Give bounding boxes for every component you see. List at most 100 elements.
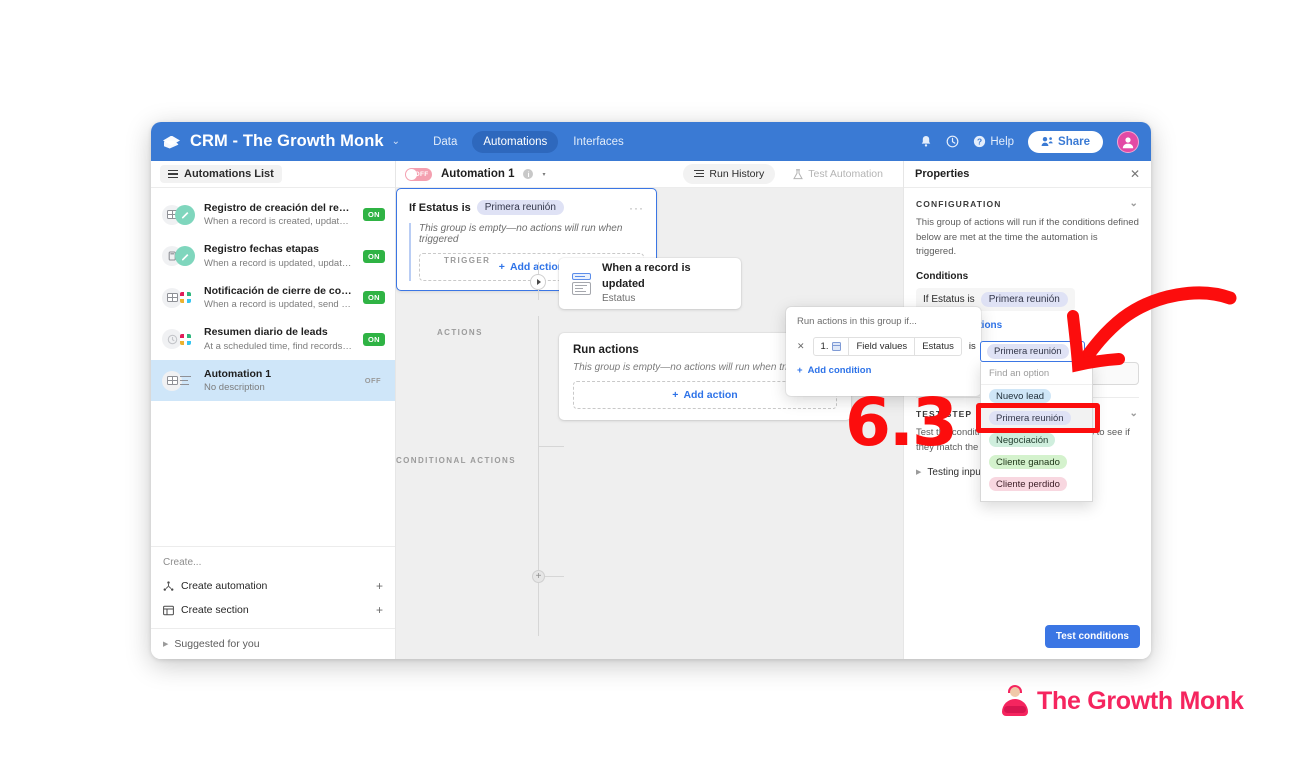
list-item[interactable]: Resumen diario de leads At a scheduled t… <box>151 318 395 359</box>
list-item[interactable]: Registro fechas etapas When a record is … <box>151 235 395 276</box>
condition-field-chips: 1. Field values Estatus <box>812 337 962 356</box>
chevron-down-icon[interactable]: ⌄ <box>1130 198 1139 209</box>
create-automation-label: Create automation <box>181 580 268 592</box>
condition-tag: Primera reunión <box>476 200 564 215</box>
conditions-list-icon <box>175 371 195 391</box>
history-clock-icon[interactable] <box>946 135 959 148</box>
status-badge: ON <box>362 208 385 222</box>
dropdown-option-cliente-perdido[interactable]: Cliente perdido <box>981 473 1092 495</box>
page-root: CRM - The Growth Monk ⌄ Data Automations… <box>0 0 1301 781</box>
tab-interfaces[interactable]: Interfaces <box>562 131 635 153</box>
add-step-node[interactable]: + <box>532 570 545 583</box>
chevron-down-icon[interactable]: ⌄ <box>1130 408 1139 419</box>
plus-icon[interactable]: + <box>376 579 383 593</box>
conditions-title: Conditions <box>916 271 969 283</box>
help-label: Help <box>990 135 1015 148</box>
trigger-node-dot[interactable] <box>530 274 546 290</box>
automation-node-icon <box>163 580 174 591</box>
svg-text:?: ? <box>977 137 982 147</box>
toggle-state-label: OFF <box>414 170 429 178</box>
condition-index: 1. <box>814 338 849 355</box>
trigger-subtitle: Estatus <box>602 292 636 304</box>
test-conditions-button[interactable]: Test conditions <box>1044 625 1140 648</box>
rail-branch <box>538 446 564 447</box>
center-pane: OFF Automation 1 i ▾ Run History Test Au… <box>396 161 903 659</box>
run-history-label: Run History <box>709 168 765 180</box>
help-button[interactable]: ? Help <box>973 135 1014 148</box>
share-button[interactable]: Share <box>1028 130 1103 153</box>
automations-list-button[interactable]: Automations List <box>160 165 282 183</box>
create-section-row[interactable]: Create section + <box>151 598 395 622</box>
conditions-popover: Run actions in this group if... ✕ 1. Fie… <box>786 307 1008 396</box>
user-avatar[interactable] <box>1117 130 1139 153</box>
top-bar: CRM - The Growth Monk ⌄ Data Automations… <box>151 122 1151 161</box>
status-badge: ON <box>362 291 385 305</box>
condition-prefix: If Estatus is <box>409 201 471 214</box>
list-item[interactable]: Notificación de cierre de contrato When … <box>151 277 395 318</box>
automation-enable-toggle[interactable]: OFF <box>405 167 432 181</box>
automation-desc: At a scheduled time, find records, and 1… <box>204 340 354 352</box>
automation-desc: When a record is created, update a recor… <box>204 216 354 228</box>
toolbar-actions: Run History Test Automation <box>683 164 894 184</box>
dropdown-option-cliente-ganado[interactable]: Cliente ganado <box>981 451 1092 473</box>
remove-condition-icon[interactable]: ✕ <box>797 341 805 352</box>
chevron-right-icon: ▶ <box>916 469 922 477</box>
add-condition-label: Add condition <box>807 365 872 376</box>
list-item[interactable]: Registro de creación del registro When a… <box>151 194 395 235</box>
test-automation-button[interactable]: Test Automation <box>782 164 894 184</box>
slack-icon <box>175 288 195 308</box>
option-tag: Cliente perdido <box>989 477 1067 491</box>
field-name-chip[interactable]: Estatus <box>914 338 961 355</box>
trigger-card-text: When a record is updated Estatus <box>602 261 728 306</box>
chevron-down-icon[interactable]: ▾ <box>542 171 545 178</box>
close-icon[interactable]: ✕ <box>1130 167 1140 181</box>
popover-title: Run actions in this group if... <box>797 316 917 327</box>
list-item-selected[interactable]: Automation 1 No description OFF <box>151 359 395 402</box>
automations-list-label: Automations List <box>184 168 274 180</box>
plus-icon[interactable]: + <box>376 603 383 617</box>
condition-row: ✕ 1. Field values Estatus is ▼ ⚙ <box>797 337 1008 356</box>
notifications-bell-icon[interactable] <box>920 135 932 148</box>
plus-icon: + <box>498 261 505 273</box>
automation-title: Automation 1 <box>441 168 515 180</box>
tab-automations[interactable]: Automations <box>472 130 559 153</box>
automation-text: Registro de creación del registro When a… <box>204 201 354 228</box>
option-tag: Cliente ganado <box>989 455 1067 469</box>
automation-desc: No description <box>204 382 265 394</box>
add-condition-button[interactable]: + Add condition <box>797 365 970 376</box>
option-tag: Negociación <box>989 433 1056 447</box>
top-bar-actions: ? Help Share <box>920 130 1139 153</box>
sidebar: Automations List Registro de creación de… <box>151 161 396 659</box>
condition-index-label: 1. <box>820 341 829 352</box>
label-trigger: TRIGGER <box>444 256 491 265</box>
flask-icon <box>793 168 804 179</box>
run-history-button[interactable]: Run History <box>683 164 776 184</box>
more-options-icon[interactable]: ··· <box>629 202 644 214</box>
automation-toolbar: OFF Automation 1 i ▾ Run History Test Au… <box>396 161 903 188</box>
trigger-card[interactable]: When a record is updated Estatus <box>559 258 741 309</box>
section-grid-icon <box>163 605 174 615</box>
add-action-label: Add action <box>683 389 738 401</box>
top-nav: Data Automations Interfaces <box>422 130 635 153</box>
airtable-logo-icon <box>163 134 181 150</box>
automation-icons <box>162 287 195 308</box>
trigger-title: When a record is updated <box>602 262 691 290</box>
testing-input-label: Testing input <box>927 466 984 478</box>
field-values-chip[interactable]: Field values <box>848 338 914 355</box>
monk-mark-icon <box>1002 685 1028 716</box>
info-icon[interactable]: i <box>523 169 534 179</box>
properties-header: Properties ✕ <box>904 161 1151 188</box>
automation-name: Resumen diario de leads <box>204 326 328 339</box>
create-section-label: Create section <box>181 604 249 616</box>
tab-data[interactable]: Data <box>422 131 468 153</box>
create-automation-row[interactable]: Create automation + <box>151 574 395 598</box>
automation-icons <box>162 370 195 391</box>
conditional-group-header: If Estatus is Primera reunión ··· <box>409 200 644 215</box>
properties-title: Properties <box>915 168 970 180</box>
automation-text: Automation 1 No description <box>204 367 352 394</box>
automation-name: Automation 1 <box>204 367 272 380</box>
configuration-label: CONFIGURATION <box>916 198 1002 209</box>
suggested-for-you-row[interactable]: ▶ Suggested for you <box>151 628 395 659</box>
rail-mid <box>538 316 539 636</box>
chevron-down-icon[interactable]: ⌄ <box>392 136 400 147</box>
